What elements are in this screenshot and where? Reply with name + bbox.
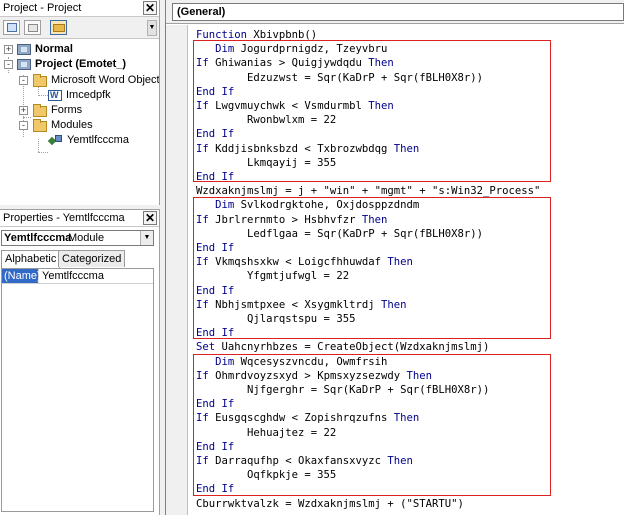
highlight-box — [193, 40, 551, 182]
code-keyword: Set — [196, 341, 222, 354]
close-icon[interactable]: ✕ — [143, 211, 157, 225]
tree-item-word-objects[interactable]: - Microsoft Word Objects — [0, 73, 159, 88]
code-line[interactable]: Cburrwktvalzk = Wzdxaknjmslmj + ("STARTU… — [196, 497, 464, 511]
folder-icon — [53, 24, 65, 32]
tree-item-label: Modules — [51, 119, 93, 131]
folder-icon — [33, 119, 47, 132]
project-pane-title: Project - Project — [3, 2, 82, 14]
properties-grid: (Name) Yemtlfcccma — [1, 268, 154, 512]
tree-item-yemtlfcccma[interactable]: Yemtlfcccma — [0, 133, 158, 148]
highlight-box — [193, 354, 551, 496]
tree-item-label: Project (Emotet_) — [35, 58, 127, 70]
view-code-icon — [7, 23, 17, 32]
tree-connector — [38, 152, 48, 153]
code-editor[interactable]: Function Xbivpbnb() Dim Jogurdprnigdz, T… — [189, 25, 624, 515]
folder-icon — [33, 104, 47, 117]
selected-object-type: Module — [68, 232, 105, 244]
properties-pane-title: Properties - Yemtlfcccma — [3, 212, 125, 224]
properties-tabs: Alphabetic Categorized — [1, 250, 158, 268]
tree-item-label: Microsoft Word Objects — [51, 74, 159, 86]
tab-alphabetic[interactable]: Alphabetic — [1, 250, 61, 268]
properties-pane: Properties - Yemtlfcccma ✕ Yemtlfcccma M… — [0, 209, 160, 515]
property-name: (Name) — [2, 269, 41, 283]
object-select[interactable]: Yemtlfcccma Module ▼ — [1, 230, 154, 246]
toolbar-overflow-icon[interactable]: ▼ — [147, 20, 157, 36]
tree-item-modules[interactable]: - Modules — [0, 118, 158, 133]
tree-item-label: Normal — [35, 43, 73, 55]
collapse-icon[interactable]: - — [19, 121, 28, 130]
word-document-icon — [48, 88, 62, 103]
code-window-header: (General) — [166, 0, 624, 24]
expand-icon[interactable]: + — [19, 106, 28, 115]
collapse-icon[interactable]: - — [19, 76, 28, 85]
module-icon — [47, 135, 63, 146]
code-text: Cburrwktvalzk = Wzdxaknjmslmj + ("STARTU… — [196, 497, 464, 510]
close-icon[interactable]: ✕ — [143, 1, 157, 15]
object-dropdown[interactable]: (General) — [172, 3, 624, 21]
code-text: Uahcnyrhbzes = CreateObject(Wzdxaknjmslm… — [221, 341, 490, 354]
project-icon — [17, 44, 31, 55]
code-line[interactable]: Set Uahcnyrhbzes = CreateObject(Wzdxaknj… — [196, 340, 489, 354]
property-value[interactable]: Yemtlfcccma — [42, 269, 104, 283]
toggle-folders-button[interactable] — [50, 20, 67, 35]
project-explorer-pane: Project - Project ✕ ▼ + Normal - Project… — [0, 0, 160, 205]
code-margin — [166, 25, 188, 515]
project-icon — [17, 59, 31, 70]
project-pane-titlebar: Project - Project ✕ — [0, 0, 159, 17]
tree-item-normal[interactable]: + Normal — [0, 42, 158, 57]
code-window: (General) Function Xbivpbnb() Dim Jogurd… — [165, 0, 624, 515]
chevron-down-icon[interactable]: ▼ — [140, 231, 153, 245]
tree-item-project-emotet[interactable]: - Project (Emotet_) — [0, 57, 158, 72]
selected-object-name: Yemtlfcccma — [4, 232, 72, 244]
tree-item-forms[interactable]: + Forms — [0, 103, 158, 118]
expand-icon[interactable]: + — [4, 45, 13, 54]
collapse-icon[interactable]: - — [4, 60, 13, 69]
highlight-box — [193, 197, 551, 339]
properties-pane-titlebar: Properties - Yemtlfcccma ✕ — [0, 210, 159, 227]
tree-item-label: Forms — [51, 104, 83, 116]
tree-item-label: Yemtlfcccma — [67, 134, 129, 146]
tree-item-imcedpfk[interactable]: Imcedpfk — [0, 88, 158, 103]
project-toolbar: ▼ — [0, 17, 159, 39]
tab-categorized[interactable]: Categorized — [58, 250, 126, 267]
code-text: Wzdxaknjmslmj = j + "win" + "mgmt" + "s:… — [196, 185, 541, 198]
tree-item-label: Imcedpfk — [66, 89, 111, 101]
folder-icon — [33, 74, 47, 87]
view-object-icon — [28, 24, 38, 32]
view-code-button[interactable] — [3, 20, 20, 35]
project-tree: + Normal - Project (Emotet_) - Microsoft… — [0, 39, 159, 203]
view-object-button[interactable] — [24, 20, 41, 35]
property-row[interactable]: (Name) Yemtlfcccma — [2, 269, 153, 284]
